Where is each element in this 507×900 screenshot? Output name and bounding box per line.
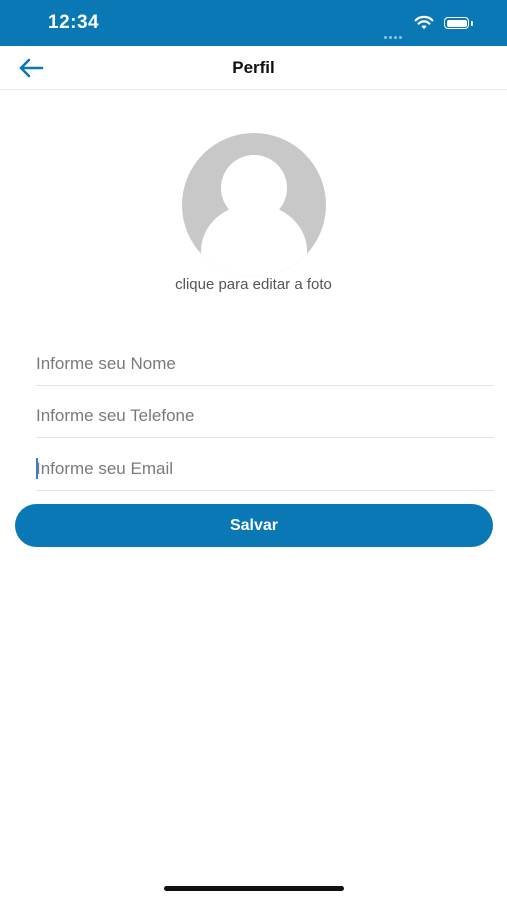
name-input[interactable]: [36, 343, 494, 385]
status-time: 12:34: [48, 12, 100, 33]
edit-photo-link[interactable]: clique para editar a foto: [0, 276, 507, 293]
phone-input[interactable]: [36, 395, 494, 437]
email-field-row: [36, 448, 494, 491]
text-caret: [36, 458, 38, 479]
email-input[interactable]: [36, 448, 494, 490]
signal-dots-icon: [384, 26, 404, 44]
save-button[interactable]: Salvar: [15, 504, 493, 547]
battery-icon: [444, 17, 469, 29]
page-title: Perfil: [232, 58, 275, 77]
name-field-row: [36, 343, 494, 386]
avatar[interactable]: [182, 133, 326, 277]
status-bar: 12:34: [0, 0, 507, 46]
user-placeholder-icon: [182, 133, 326, 277]
home-indicator[interactable]: [164, 886, 344, 891]
battery-tip: [471, 21, 473, 26]
phone-field-row: [36, 395, 494, 438]
wifi-icon: [414, 15, 434, 30]
nav-bar: Perfil: [0, 46, 507, 90]
